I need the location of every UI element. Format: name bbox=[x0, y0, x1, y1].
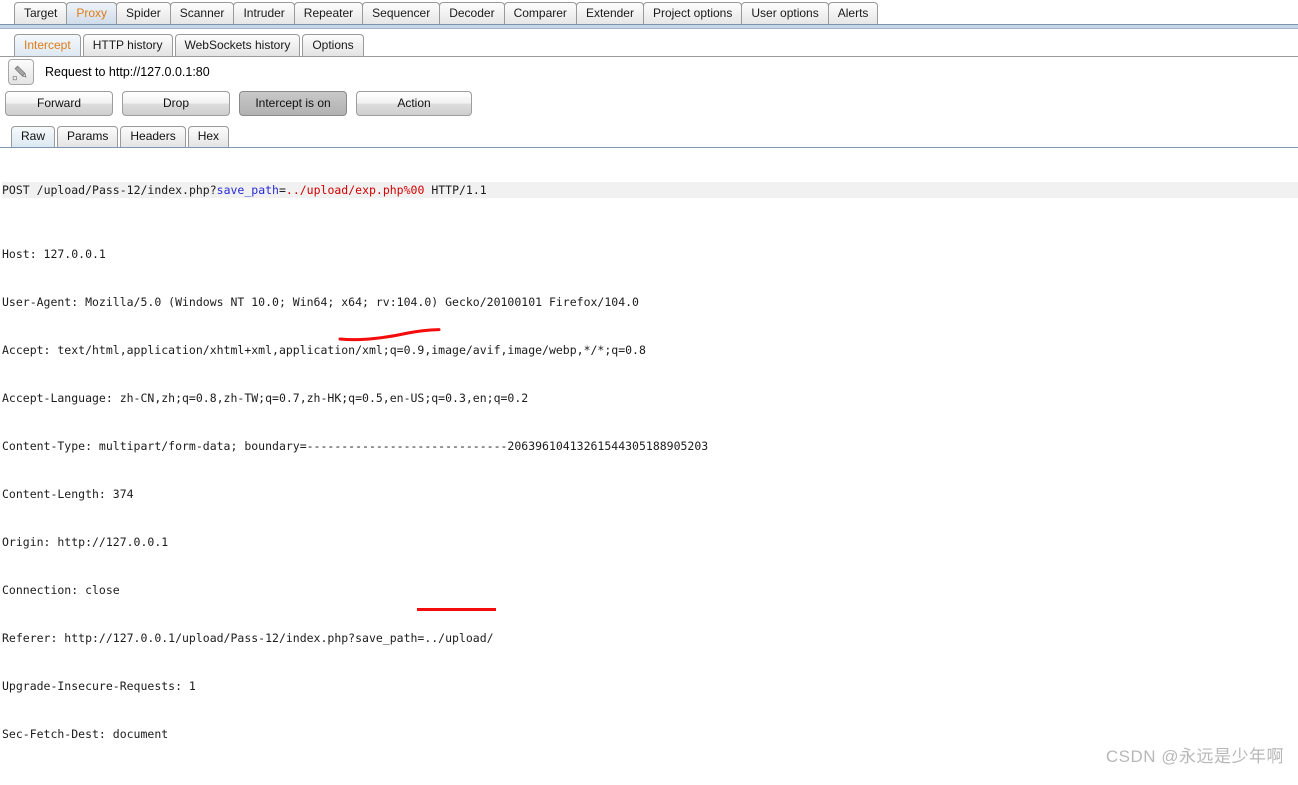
tab-sequencer[interactable]: Sequencer bbox=[362, 2, 441, 24]
request-line: POST /upload/Pass-12/index.php?save_path… bbox=[2, 182, 1298, 198]
header-user-agent: User-Agent: Mozilla/5.0 (Windows NT 10.0… bbox=[2, 295, 639, 309]
tab-proxy[interactable]: Proxy bbox=[66, 2, 118, 24]
tab-intercept[interactable]: Intercept bbox=[14, 34, 81, 56]
raw-request-editor[interactable]: POST /upload/Pass-12/index.php?save_path… bbox=[0, 147, 1298, 760]
message-view-tab-bar: Raw Params Headers Hex bbox=[0, 125, 1298, 147]
intercept-action-bar: Forward Drop Intercept is on Action bbox=[0, 91, 1298, 116]
tab-repeater[interactable]: Repeater bbox=[293, 2, 364, 24]
tab-target[interactable]: Target bbox=[14, 2, 68, 24]
header-sec-fetch-dest: Sec-Fetch-Dest: document bbox=[2, 727, 169, 741]
tab-project-options[interactable]: Project options bbox=[642, 2, 743, 24]
forward-button[interactable]: Forward bbox=[5, 91, 113, 116]
request-path: /upload/Pass-12/index.php? bbox=[36, 183, 217, 197]
http-version: HTTP/1.1 bbox=[424, 183, 487, 197]
header-upgrade-insecure-requests: Upgrade-Insecure-Requests: 1 bbox=[2, 679, 196, 693]
tab-extender[interactable]: Extender bbox=[575, 2, 644, 24]
http-method: POST bbox=[2, 183, 30, 197]
tab-headers[interactable]: Headers bbox=[120, 126, 186, 147]
tab-decoder[interactable]: Decoder bbox=[439, 2, 505, 24]
tab-intruder[interactable]: Intruder bbox=[233, 2, 295, 24]
action-button[interactable]: Action bbox=[356, 91, 472, 116]
request-header-strip: Request to http://127.0.0.1:80 bbox=[0, 57, 1298, 87]
raw-request-text[interactable]: POST /upload/Pass-12/index.php?save_path… bbox=[0, 148, 1298, 760]
tab-comparer[interactable]: Comparer bbox=[503, 2, 577, 24]
header-host: Host: 127.0.0.1 bbox=[2, 247, 106, 261]
intercept-toggle-button[interactable]: Intercept is on bbox=[239, 91, 347, 116]
pencil-icon[interactable] bbox=[8, 59, 34, 85]
header-accept: Accept: text/html,application/xhtml+xml,… bbox=[2, 343, 646, 357]
tab-websockets-history[interactable]: WebSockets history bbox=[174, 34, 301, 56]
tab-raw[interactable]: Raw bbox=[11, 126, 56, 147]
tab-scanner[interactable]: Scanner bbox=[169, 2, 235, 24]
header-origin: Origin: http://127.0.0.1 bbox=[2, 535, 169, 549]
tab-http-history[interactable]: HTTP history bbox=[82, 34, 173, 56]
tab-alerts[interactable]: Alerts bbox=[827, 2, 879, 24]
main-tab-bar: Target Proxy Spider Scanner Intruder Rep… bbox=[0, 0, 1298, 24]
tab-hex[interactable]: Hex bbox=[187, 126, 230, 147]
header-connection: Connection: close bbox=[2, 583, 120, 597]
query-param-name: save_path bbox=[216, 183, 279, 197]
watermark: CSDN @永远是少年啊 bbox=[1105, 747, 1284, 766]
main-tab-divider bbox=[0, 24, 1298, 29]
header-accept-language: Accept-Language: zh-CN,zh;q=0.8,zh-TW;q=… bbox=[2, 391, 529, 405]
header-referer: Referer: http://127.0.0.1/upload/Pass-12… bbox=[2, 631, 494, 645]
tab-params[interactable]: Params bbox=[57, 126, 119, 147]
query-equals: = bbox=[278, 183, 286, 197]
tab-user-options[interactable]: User options bbox=[741, 2, 829, 24]
request-title: Request to http://127.0.0.1:80 bbox=[45, 65, 210, 79]
query-param-value: ../upload/exp.php%00 bbox=[285, 183, 425, 197]
tab-options[interactable]: Options bbox=[302, 34, 364, 56]
tab-spider[interactable]: Spider bbox=[116, 2, 171, 24]
drop-button[interactable]: Drop bbox=[122, 91, 230, 116]
header-content-type: Content-Type: multipart/form-data; bound… bbox=[2, 439, 709, 453]
proxy-sub-tab-bar: Intercept HTTP history WebSockets histor… bbox=[0, 33, 1298, 56]
header-content-length: Content-Length: 374 bbox=[2, 487, 134, 501]
